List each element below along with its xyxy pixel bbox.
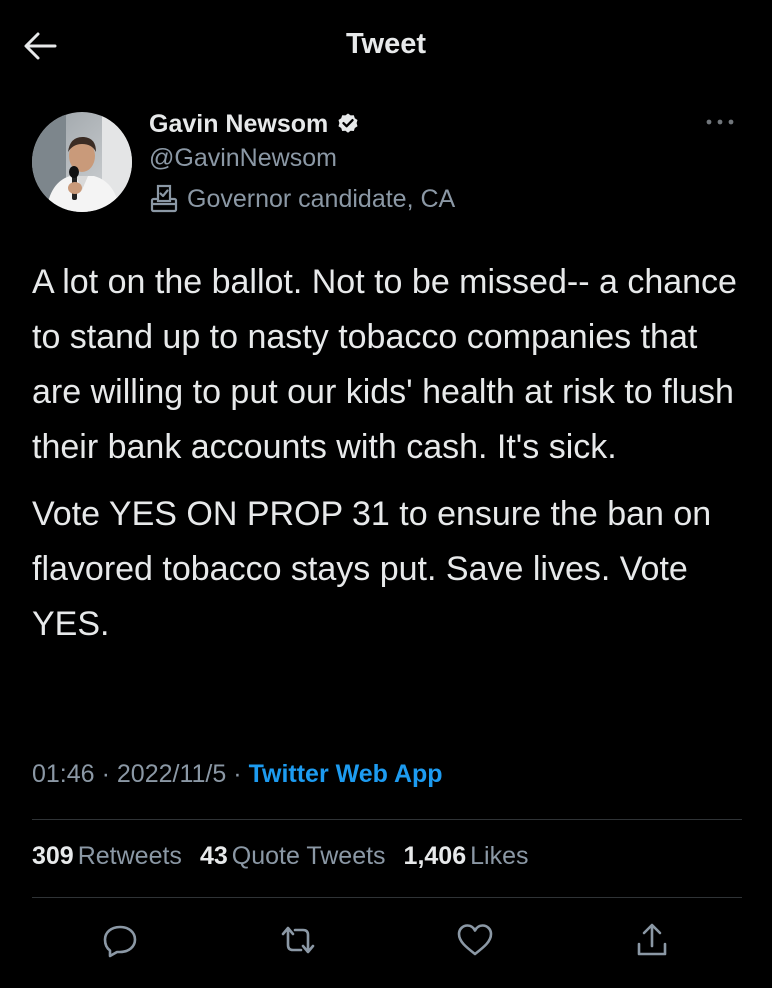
- tweet-meta: 01:46 · 2022/11/5 · Twitter Web App: [32, 760, 443, 789]
- quote-tweets-label: Quote Tweets: [231, 842, 386, 870]
- reply-icon: [103, 925, 137, 958]
- author-name-row: Gavin Newsom: [149, 108, 360, 140]
- divider: [32, 897, 742, 898]
- retweets-stat[interactable]: 309 Retweets: [32, 842, 182, 871]
- likes-count: 1,406: [403, 842, 467, 870]
- tweet-paragraph: A lot on the ballot. Not to be missed-- …: [32, 263, 737, 466]
- retweet-button[interactable]: [276, 918, 320, 962]
- retweets-label: Retweets: [77, 842, 182, 870]
- author-name[interactable]: Gavin Newsom: [149, 110, 328, 139]
- like-icon: [457, 924, 493, 956]
- engagement-stats: 309 Retweets 43 Quote Tweets 1,406 Likes: [32, 842, 546, 871]
- quote-tweets-count: 43: [199, 842, 228, 870]
- share-icon: [637, 923, 667, 956]
- avatar[interactable]: [32, 112, 132, 212]
- tweet-text: A lot on the ballot. Not to be missed-- …: [32, 255, 744, 664]
- more-options-button[interactable]: [702, 110, 738, 134]
- tweet-time[interactable]: 01:46: [32, 760, 95, 789]
- retweet-icon: [281, 926, 315, 954]
- likes-label: Likes: [470, 842, 529, 870]
- tweet-actions: [0, 918, 772, 964]
- ballot-box-icon: [149, 184, 179, 214]
- verified-badge-icon: [336, 112, 360, 136]
- more-horizontal-icon: [706, 119, 734, 125]
- author-handle[interactable]: @GavinNewsom: [149, 144, 337, 173]
- affiliation-text: Governor candidate, CA: [187, 184, 456, 213]
- like-button[interactable]: [453, 918, 497, 962]
- page-title: Tweet: [345, 28, 427, 60]
- share-button[interactable]: [630, 918, 674, 962]
- meta-separator: ·: [233, 760, 242, 788]
- tweet-paragraph: Vote YES ON PROP 31 to ensure the ban on…: [32, 495, 712, 643]
- avatar-photo: [32, 112, 132, 212]
- affiliation-label: Governor candidate, CA: [149, 184, 455, 214]
- meta-separator: ·: [101, 760, 110, 788]
- reply-button[interactable]: [98, 918, 142, 962]
- tweet-date[interactable]: 2022/11/5: [117, 760, 226, 789]
- tweet-author: Gavin Newsom @GavinNewsom Governor candi…: [32, 108, 742, 228]
- divider: [32, 819, 742, 820]
- top-bar: Tweet: [0, 0, 772, 92]
- tweet-source-link[interactable]: Twitter Web App: [249, 760, 443, 789]
- retweets-count: 309: [32, 842, 74, 870]
- quote-tweets-stat[interactable]: 43 Quote Tweets: [200, 842, 386, 871]
- likes-stat[interactable]: 1,406 Likes: [404, 842, 529, 871]
